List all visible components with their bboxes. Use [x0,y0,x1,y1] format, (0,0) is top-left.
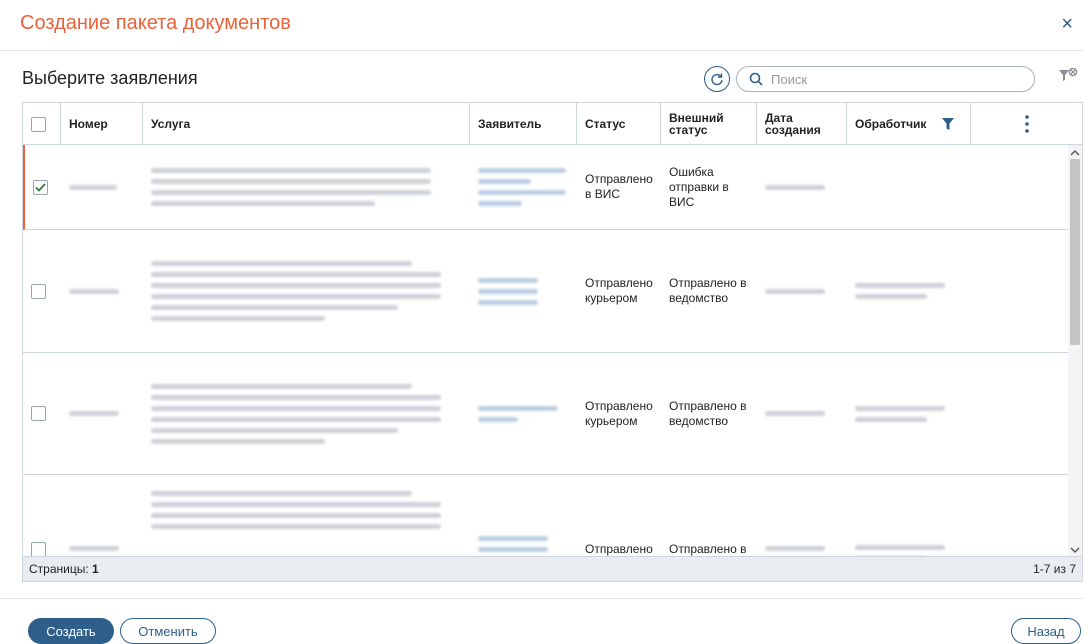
row-checkbox-cell [23,230,61,352]
row-checkbox-cell [23,353,61,474]
select-all-checkbox[interactable] [31,116,46,132]
column-handler-label: Обработчик [855,117,927,131]
records-range: 1-7 из 7 [1033,562,1076,576]
row-service [143,475,470,557]
table-row[interactable]: Отправлено курьером Отправлено в ведомст… [23,475,1068,557]
row-checkbox-cell [23,475,61,557]
row-status: Отправлено курьером [585,542,653,556]
row-created-date [757,145,847,229]
table-row[interactable]: Отправлено курьером Отправлено в ведомст… [23,353,1068,475]
check-icon [35,182,46,192]
row-handler [847,145,971,229]
row-external-status: Отправлено в ведомство [669,398,747,428]
pages-indicator: Страницы: 1 [29,562,99,576]
row-applicant[interactable] [470,353,577,474]
scrollbar-thumb[interactable] [1070,159,1080,345]
pages-label: Страницы: [29,562,89,576]
column-external-status[interactable]: Внешний статус [661,103,757,145]
column-applicant[interactable]: Заявитель [470,103,577,145]
pages-value: 1 [92,562,99,576]
row-service [143,230,470,352]
dialog-title: Создание пакета документов [20,12,291,34]
back-button[interactable]: Назад [1011,618,1081,644]
table-header: Номер Услуга Заявитель Статус Внешний ст… [23,103,1082,145]
table-row[interactable]: Отправлено курьером Отправлено в ведомст… [23,230,1068,353]
scroll-down-icon[interactable] [1068,543,1082,557]
row-external-status: Отправлено в ведомство [669,542,747,556]
row-checkbox-cell [25,145,61,229]
row-created-date [757,353,847,474]
row-checkbox[interactable] [31,406,46,421]
search-box [736,66,1035,92]
row-service [143,353,470,474]
row-checkbox[interactable] [31,283,46,299]
row-applicant[interactable] [470,230,577,352]
row-status: Отправлено в ВИС [585,172,653,201]
filter-clear-icon[interactable] [1058,67,1080,89]
footer-divider [0,598,1083,599]
row-handler [847,475,971,557]
column-number[interactable]: Номер [61,103,143,145]
row-created-date [757,475,847,557]
row-checkbox[interactable] [31,542,46,557]
row-handler [847,230,971,352]
filter-icon[interactable] [942,118,954,130]
row-status: Отправлено курьером [585,276,653,305]
row-status: Отправлено курьером [585,398,653,428]
select-all-cell [23,103,61,145]
cancel-button[interactable]: Отменить [120,618,216,644]
row-service [143,145,470,229]
applications-panel: Выберите заявления Номер Услуга Заявит [22,62,1083,582]
row-number [61,353,143,474]
row-applicant[interactable] [470,145,577,229]
column-service[interactable]: Услуга [143,103,470,145]
section-title: Выберите заявления [22,68,198,88]
row-number [61,145,143,229]
scroll-up-icon[interactable] [1068,145,1082,159]
row-number [61,475,143,557]
column-created-date[interactable]: Дата создания [757,103,847,145]
row-external-status: Ошибка отправки в ВИС [669,164,729,209]
row-external-status: Отправлено в ведомство [669,276,747,305]
table-scrollbar[interactable] [1068,145,1082,557]
table-body: Отправлено в ВИС Ошибка отправки в ВИС О… [23,145,1068,557]
row-applicant[interactable] [470,475,577,557]
applications-table: Номер Услуга Заявитель Статус Внешний ст… [22,102,1083,582]
more-vertical-icon[interactable] [1024,115,1029,133]
table-footer: Страницы: 1 1-7 из 7 [23,556,1082,581]
title-divider [0,50,1083,51]
search-icon [749,72,763,86]
refresh-icon [711,73,723,86]
search-input[interactable] [771,71,1011,87]
close-icon[interactable]: × [1061,14,1073,34]
row-checkbox[interactable] [33,179,48,195]
column-status[interactable]: Статус [577,103,661,145]
column-menu[interactable] [971,103,1082,145]
refresh-button[interactable] [704,66,730,92]
row-number [61,230,143,352]
row-handler [847,353,971,474]
table-row[interactable]: Отправлено в ВИС Ошибка отправки в ВИС [23,145,1068,230]
create-button[interactable]: Создать [28,618,114,644]
row-created-date [757,230,847,352]
column-handler[interactable]: Обработчик [847,103,971,145]
